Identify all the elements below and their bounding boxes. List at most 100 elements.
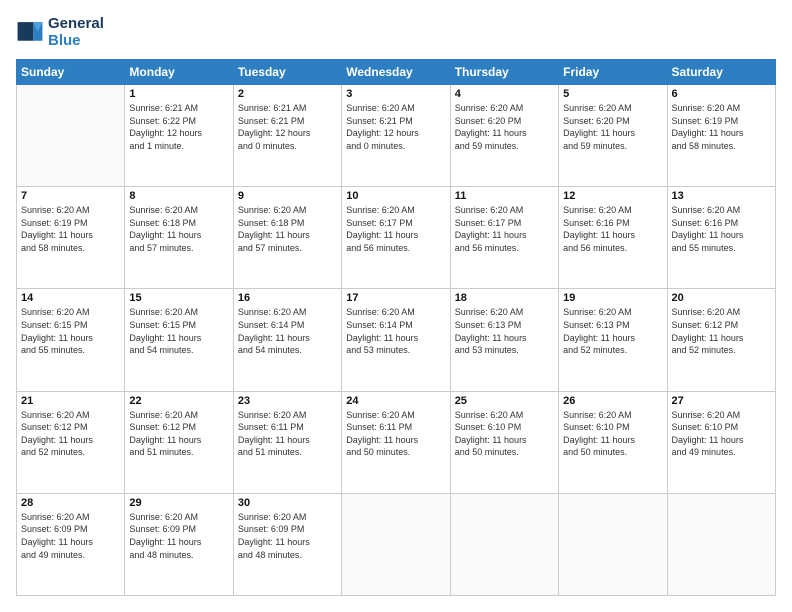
calendar-cell: 27 Sunrise: 6:20 AM Sunset: 6:10 PM Dayli… (667, 391, 775, 493)
calendar-week-row: 21 Sunrise: 6:20 AM Sunset: 6:12 PM Dayli… (17, 391, 776, 493)
calendar-cell: 7 Sunrise: 6:20 AM Sunset: 6:19 PM Daylig… (17, 187, 125, 289)
calendar-cell: 21 Sunrise: 6:20 AM Sunset: 6:12 PM Dayli… (17, 391, 125, 493)
weekday-header: Wednesday (342, 60, 450, 85)
calendar-cell (450, 493, 558, 595)
calendar-cell: 13 Sunrise: 6:20 AM Sunset: 6:16 PM Dayli… (667, 187, 775, 289)
calendar-cell: 2Sunrise: 6:21 AM Sunset: 6:21 PM Daylig… (233, 85, 341, 187)
day-number: 3 (346, 88, 445, 100)
weekday-header: Thursday (450, 60, 558, 85)
day-info: Sunrise: 6:20 AM Sunset: 6:10 PM Dayligh… (672, 409, 771, 459)
day-info: Sunrise: 6:20 AM Sunset: 6:15 PM Dayligh… (129, 306, 228, 356)
day-number: 25 (455, 395, 554, 407)
day-number: 9 (238, 190, 337, 202)
day-info: Sunrise: 6:20 AM Sunset: 6:09 PM Dayligh… (238, 511, 337, 561)
day-info: Sunrise: 6:20 AM Sunset: 6:14 PM Dayligh… (346, 306, 445, 356)
day-info: Sunrise: 6:20 AM Sunset: 6:20 PM Dayligh… (563, 102, 662, 152)
calendar-cell: 1 Sunrise: 6:21 AM Sunset: 6:22 PM Daylig… (125, 85, 233, 187)
day-info: Sunrise: 6:20 AM Sunset: 6:21 PM Dayligh… (346, 102, 445, 152)
day-info: Sunrise: 6:20 AM Sunset: 6:19 PM Dayligh… (21, 204, 120, 254)
day-info: Sunrise: 6:20 AM Sunset: 6:15 PM Dayligh… (21, 306, 120, 356)
calendar-cell: 29 Sunrise: 6:20 AM Sunset: 6:09 PM Dayli… (125, 493, 233, 595)
calendar-cell: 11Sunrise: 6:20 AM Sunset: 6:17 PM Dayli… (450, 187, 558, 289)
calendar-cell: 9 Sunrise: 6:20 AM Sunset: 6:18 PM Daylig… (233, 187, 341, 289)
day-info: Sunrise: 6:20 AM Sunset: 6:09 PM Dayligh… (21, 511, 120, 561)
day-number: 13 (672, 190, 771, 202)
calendar-cell: 30Sunrise: 6:20 AM Sunset: 6:09 PM Dayli… (233, 493, 341, 595)
calendar-cell: 24Sunrise: 6:20 AM Sunset: 6:11 PM Dayli… (342, 391, 450, 493)
day-number: 23 (238, 395, 337, 407)
day-number: 27 (672, 395, 771, 407)
day-info: Sunrise: 6:20 AM Sunset: 6:12 PM Dayligh… (672, 306, 771, 356)
day-info: Sunrise: 6:20 AM Sunset: 6:16 PM Dayligh… (672, 204, 771, 254)
calendar-cell: 6Sunrise: 6:20 AM Sunset: 6:19 PM Daylig… (667, 85, 775, 187)
calendar-week-row: 1 Sunrise: 6:21 AM Sunset: 6:22 PM Daylig… (17, 85, 776, 187)
weekday-header: Friday (559, 60, 667, 85)
logo-icon (16, 19, 44, 47)
day-info: Sunrise: 6:21 AM Sunset: 6:22 PM Dayligh… (129, 102, 228, 152)
day-number: 12 (563, 190, 662, 202)
weekday-header: Monday (125, 60, 233, 85)
day-info: Sunrise: 6:20 AM Sunset: 6:18 PM Dayligh… (129, 204, 228, 254)
day-number: 26 (563, 395, 662, 407)
weekday-header-row: SundayMondayTuesdayWednesdayThursdayFrid… (17, 60, 776, 85)
day-info: Sunrise: 6:20 AM Sunset: 6:13 PM Dayligh… (563, 306, 662, 356)
calendar-cell: 18Sunrise: 6:20 AM Sunset: 6:13 PM Dayli… (450, 289, 558, 391)
calendar-cell: 17 Sunrise: 6:20 AM Sunset: 6:14 PM Dayli… (342, 289, 450, 391)
day-info: Sunrise: 6:20 AM Sunset: 6:09 PM Dayligh… (129, 511, 228, 561)
calendar-cell: 4 Sunrise: 6:20 AM Sunset: 6:20 PM Daylig… (450, 85, 558, 187)
header: General Blue (16, 16, 776, 49)
calendar-cell (559, 493, 667, 595)
day-info: Sunrise: 6:20 AM Sunset: 6:17 PM Dayligh… (346, 204, 445, 254)
page: General Blue SundayMondayTuesdayWednesda… (0, 0, 792, 612)
day-number: 1 (129, 88, 228, 100)
calendar-cell: 8Sunrise: 6:20 AM Sunset: 6:18 PM Daylig… (125, 187, 233, 289)
day-info: Sunrise: 6:20 AM Sunset: 6:17 PM Dayligh… (455, 204, 554, 254)
day-info: Sunrise: 6:20 AM Sunset: 6:20 PM Dayligh… (455, 102, 554, 152)
day-info: Sunrise: 6:20 AM Sunset: 6:11 PM Dayligh… (238, 409, 337, 459)
calendar-cell: 20 Sunrise: 6:20 AM Sunset: 6:12 PM Dayli… (667, 289, 775, 391)
weekday-header: Tuesday (233, 60, 341, 85)
calendar-cell: 14Sunrise: 6:20 AM Sunset: 6:15 PM Dayli… (17, 289, 125, 391)
calendar-cell: 5 Sunrise: 6:20 AM Sunset: 6:20 PM Daylig… (559, 85, 667, 187)
calendar-cell: 23 Sunrise: 6:20 AM Sunset: 6:11 PM Dayli… (233, 391, 341, 493)
logo: General Blue (16, 16, 104, 49)
day-number: 6 (672, 88, 771, 100)
calendar-cell: 10 Sunrise: 6:20 AM Sunset: 6:17 PM Dayli… (342, 187, 450, 289)
day-number: 21 (21, 395, 120, 407)
day-number: 5 (563, 88, 662, 100)
logo-text: General Blue (48, 16, 104, 49)
day-number: 7 (21, 190, 120, 202)
day-info: Sunrise: 6:20 AM Sunset: 6:12 PM Dayligh… (21, 409, 120, 459)
calendar-cell: 15 Sunrise: 6:20 AM Sunset: 6:15 PM Dayli… (125, 289, 233, 391)
calendar-cell (17, 85, 125, 187)
day-number: 16 (238, 292, 337, 304)
day-info: Sunrise: 6:20 AM Sunset: 6:18 PM Dayligh… (238, 204, 337, 254)
weekday-header: Sunday (17, 60, 125, 85)
calendar-cell: 25Sunrise: 6:20 AM Sunset: 6:10 PM Dayli… (450, 391, 558, 493)
day-info: Sunrise: 6:20 AM Sunset: 6:16 PM Dayligh… (563, 204, 662, 254)
day-info: Sunrise: 6:20 AM Sunset: 6:14 PM Dayligh… (238, 306, 337, 356)
day-info: Sunrise: 6:21 AM Sunset: 6:21 PM Dayligh… (238, 102, 337, 152)
calendar-cell: 28Sunrise: 6:20 AM Sunset: 6:09 PM Dayli… (17, 493, 125, 595)
weekday-header: Saturday (667, 60, 775, 85)
day-number: 17 (346, 292, 445, 304)
day-number: 29 (129, 497, 228, 509)
calendar-cell: 12 Sunrise: 6:20 AM Sunset: 6:16 PM Dayli… (559, 187, 667, 289)
calendar-week-row: 28Sunrise: 6:20 AM Sunset: 6:09 PM Dayli… (17, 493, 776, 595)
day-number: 4 (455, 88, 554, 100)
day-info: Sunrise: 6:20 AM Sunset: 6:12 PM Dayligh… (129, 409, 228, 459)
calendar-week-row: 14Sunrise: 6:20 AM Sunset: 6:15 PM Dayli… (17, 289, 776, 391)
day-number: 15 (129, 292, 228, 304)
day-number: 19 (563, 292, 662, 304)
day-number: 20 (672, 292, 771, 304)
day-number: 10 (346, 190, 445, 202)
day-info: Sunrise: 6:20 AM Sunset: 6:10 PM Dayligh… (563, 409, 662, 459)
calendar-cell: 16 Sunrise: 6:20 AM Sunset: 6:14 PM Dayli… (233, 289, 341, 391)
calendar-cell (342, 493, 450, 595)
calendar-table: SundayMondayTuesdayWednesdayThursdayFrid… (16, 59, 776, 596)
calendar-cell (667, 493, 775, 595)
calendar-cell: 22Sunrise: 6:20 AM Sunset: 6:12 PM Dayli… (125, 391, 233, 493)
calendar-cell: 3 Sunrise: 6:20 AM Sunset: 6:21 PM Daylig… (342, 85, 450, 187)
calendar-week-row: 7 Sunrise: 6:20 AM Sunset: 6:19 PM Daylig… (17, 187, 776, 289)
calendar-cell: 26 Sunrise: 6:20 AM Sunset: 6:10 PM Dayli… (559, 391, 667, 493)
